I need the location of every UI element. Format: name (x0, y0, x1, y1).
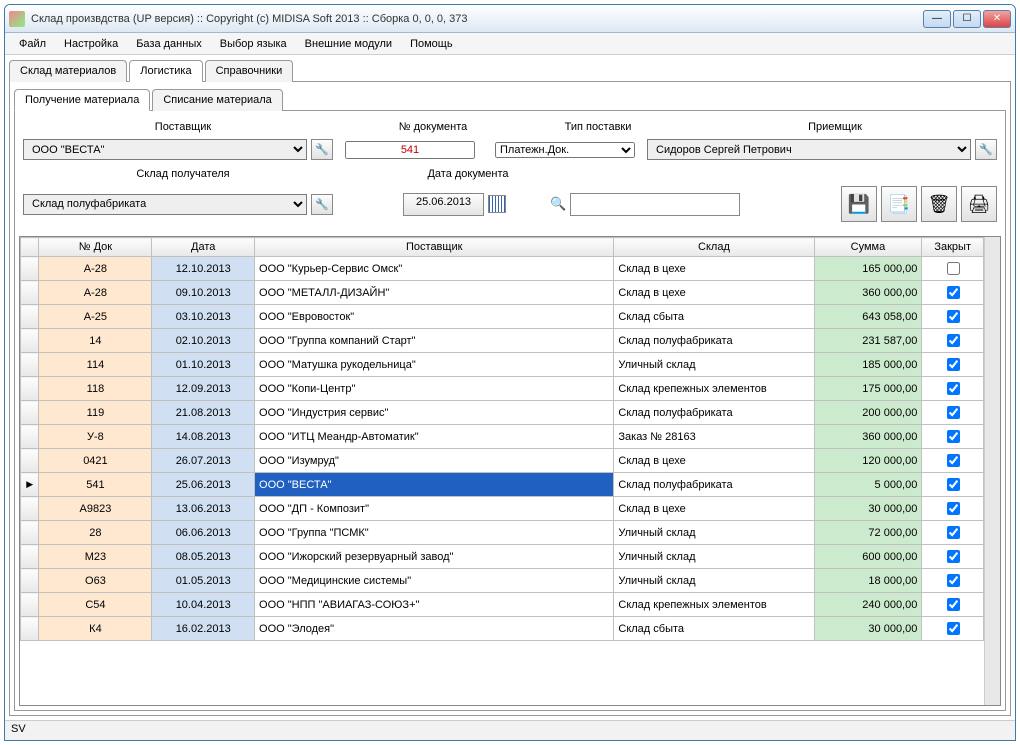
close-button[interactable]: ✕ (983, 10, 1011, 28)
table-row[interactable]: М2308.05.2013ООО "Ижорский резервуарный … (21, 545, 984, 569)
sub-tabs: Получение материалаСписание материала (14, 88, 1006, 111)
closed-checkbox[interactable] (947, 430, 960, 443)
doc-date-button[interactable]: 25.06.2013 (403, 193, 484, 216)
column-header[interactable]: Дата (152, 238, 255, 257)
sub-tab[interactable]: Списание материала (152, 89, 282, 111)
main-tab[interactable]: Справочники (205, 60, 294, 82)
statusbar: SV (5, 720, 1015, 740)
menu-Настройка[interactable]: Настройка (56, 36, 126, 52)
column-header[interactable]: № Док (39, 238, 152, 257)
recipient-label: Приемщик (673, 121, 997, 133)
recv-wh-lookup-button[interactable]: 🔧 (311, 194, 333, 215)
closed-checkbox[interactable] (947, 406, 960, 419)
table-row[interactable]: ▶54125.06.2013ООО "ВЕСТА"Склад полуфабри… (21, 473, 984, 497)
status-text: SV (11, 723, 26, 735)
minimize-button[interactable]: — (923, 10, 951, 28)
closed-checkbox[interactable] (947, 454, 960, 467)
main-tab[interactable]: Склад материалов (9, 60, 127, 82)
table-row[interactable]: 2806.06.2013ООО "Группа "ПСМК"Уличный ск… (21, 521, 984, 545)
table-row[interactable]: С5410.04.2013ООО "НПП "АВИАГАЗ-СОЮЗ+"Скл… (21, 593, 984, 617)
vertical-scrollbar[interactable] (984, 237, 1000, 705)
menu-Помощь[interactable]: Помощь (402, 36, 461, 52)
menu-Внешние модули[interactable]: Внешние модули (297, 36, 400, 52)
supplier-select[interactable]: ООО "ВЕСТА" (23, 139, 307, 160)
menu-Файл[interactable]: Файл (11, 36, 54, 52)
closed-checkbox[interactable] (947, 262, 960, 275)
main-tab[interactable]: Логистика (129, 60, 202, 82)
table-row[interactable]: У-814.08.2013ООО "ИТЦ Меандр-Автоматик"З… (21, 425, 984, 449)
table-row[interactable]: 11921.08.2013ООО "Индустрия сервис"Склад… (21, 401, 984, 425)
docno-label: № документа (343, 121, 523, 133)
main-tabs: Склад материаловЛогистикаСправочники (9, 59, 1011, 82)
batch-button[interactable]: 📑 (881, 186, 917, 222)
supplier-lookup-button[interactable]: 🔧 (311, 139, 333, 160)
docno-input[interactable] (345, 141, 475, 159)
delivery-type-select[interactable]: Платежн.Док. (495, 142, 635, 158)
window-title: Склад произвдства (UP версия) :: Copyrig… (31, 13, 923, 25)
column-header[interactable]: Закрыт (922, 238, 984, 257)
menu-Выбор языка[interactable]: Выбор языка (212, 36, 295, 52)
closed-checkbox[interactable] (947, 478, 960, 491)
closed-checkbox[interactable] (947, 526, 960, 539)
table-row[interactable]: А-2809.10.2013ООО "МЕТАЛЛ-ДИЗАЙН"Склад в… (21, 281, 984, 305)
table-row[interactable]: О6301.05.2013ООО "Медицинские системы"Ул… (21, 569, 984, 593)
search-icon[interactable]: 🔍 (550, 196, 566, 212)
search-input[interactable] (570, 193, 740, 216)
sub-tab[interactable]: Получение материала (14, 89, 150, 111)
table-row[interactable]: 1402.10.2013ООО "Группа компаний Старт"С… (21, 329, 984, 353)
titlebar: Склад произвдства (UP версия) :: Copyrig… (5, 5, 1015, 33)
table-row[interactable]: К416.02.2013ООО "Элодея"Склад сбыта30 00… (21, 617, 984, 641)
recv-wh-label: Склад получателя (23, 168, 343, 180)
data-grid[interactable]: № ДокДатаПоставщикСкладСуммаЗакрыт А-281… (19, 236, 1001, 706)
closed-checkbox[interactable] (947, 358, 960, 371)
closed-checkbox[interactable] (947, 382, 960, 395)
menubar: ФайлНастройкаБаза данныхВыбор языкаВнешн… (5, 33, 1015, 55)
closed-checkbox[interactable] (947, 502, 960, 515)
column-header[interactable]: Сумма (814, 238, 922, 257)
recipient-lookup-button[interactable]: 🔧 (975, 139, 997, 160)
closed-checkbox[interactable] (947, 598, 960, 611)
closed-checkbox[interactable] (947, 574, 960, 587)
column-header[interactable]: Склад (614, 238, 814, 257)
table-row[interactable]: 11401.10.2013ООО "Матушка рукодельница"У… (21, 353, 984, 377)
calendar-icon[interactable] (488, 195, 506, 213)
delete-button[interactable]: 🗑 (921, 186, 957, 222)
save-button[interactable]: 💾 (841, 186, 877, 222)
closed-checkbox[interactable] (947, 310, 960, 323)
recv-wh-select[interactable]: Склад полуфабриката (23, 194, 307, 215)
column-header[interactable]: Поставщик (255, 238, 614, 257)
doc-date-label: Дата документа (343, 168, 593, 180)
recipient-select[interactable]: Сидоров Сергей Петрович (647, 139, 971, 160)
closed-checkbox[interactable] (947, 550, 960, 563)
closed-checkbox[interactable] (947, 622, 960, 635)
closed-checkbox[interactable] (947, 286, 960, 299)
print-button[interactable]: 🖨 (961, 186, 997, 222)
delivery-type-label: Тип поставки (523, 121, 673, 133)
app-icon (9, 11, 25, 27)
table-row[interactable]: А982313.06.2013ООО "ДП - Композит"Склад … (21, 497, 984, 521)
table-row[interactable]: А-2503.10.2013ООО "Евровосток"Склад сбыт… (21, 305, 984, 329)
supplier-label: Поставщик (23, 121, 343, 133)
closed-checkbox[interactable] (947, 334, 960, 347)
table-row[interactable]: А-2812.10.2013ООО "Курьер-Сервис Омск"Ск… (21, 257, 984, 281)
table-row[interactable]: 11812.09.2013ООО "Копи-Центр"Склад крепе… (21, 377, 984, 401)
table-row[interactable]: 042126.07.2013ООО "Изумруд"Склад в цехе1… (21, 449, 984, 473)
maximize-button[interactable]: ☐ (953, 10, 981, 28)
menu-База данных[interactable]: База данных (128, 36, 210, 52)
